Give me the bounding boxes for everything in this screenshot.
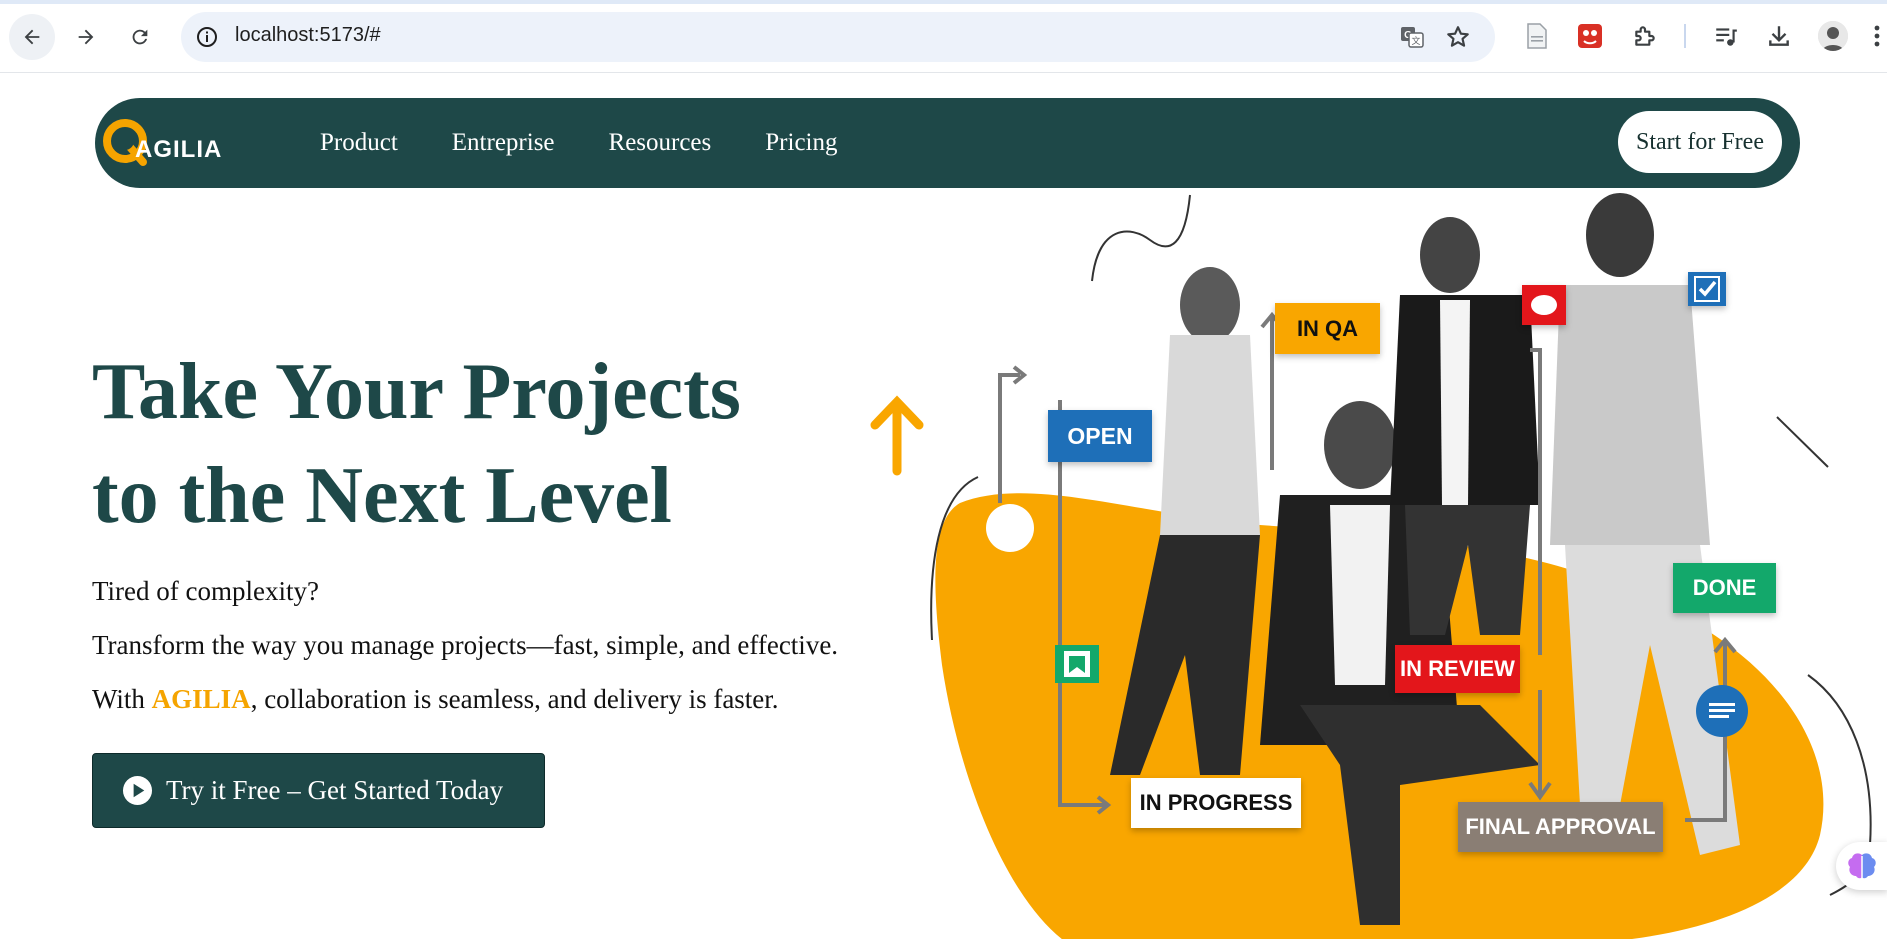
forward-button[interactable] — [63, 14, 109, 60]
white-dot — [986, 504, 1034, 552]
record-icon — [1522, 285, 1566, 325]
address-bar[interactable]: localhost:5173/# G文 — [181, 12, 1495, 62]
play-icon — [122, 775, 153, 806]
nav-resources[interactable]: Resources — [609, 129, 712, 157]
forward-icon — [78, 29, 94, 45]
status-final-approval: FINAL APPROVAL — [1458, 802, 1663, 852]
status-in-progress: IN PROGRESS — [1131, 778, 1301, 828]
logo[interactable]: AGILIA — [101, 114, 241, 172]
hero-illustration: OPEN IN QA IN PROGRESS IN REVIEW FINAL A… — [840, 185, 1887, 939]
hero-title-line-2: to the Next Level — [92, 452, 672, 540]
document-lines-icon — [1696, 685, 1748, 737]
svg-text:文: 文 — [1411, 35, 1420, 46]
status-open: OPEN — [1048, 410, 1152, 462]
toolbar-divider — [1684, 24, 1686, 48]
assistant-brain-button[interactable] — [1836, 842, 1887, 890]
status-done: DONE — [1673, 563, 1776, 613]
reload-icon — [132, 29, 148, 45]
checkbox-icon — [1688, 272, 1726, 306]
nav-entreprise[interactable]: Entreprise — [452, 129, 555, 157]
translate-icon[interactable]: G文 — [1399, 24, 1425, 50]
site-header: AGILIA Product Entreprise Resources Pric… — [95, 98, 1800, 188]
start-for-free-button[interactable]: Start for Free — [1618, 111, 1782, 173]
puzzle-icon[interactable] — [1630, 21, 1660, 51]
main-nav: Product Entreprise Resources Pricing — [320, 98, 891, 188]
back-icon — [24, 29, 40, 45]
bookmark-icon — [1055, 645, 1099, 683]
hero-tagline: Tired of complexity? — [92, 576, 319, 606]
hero-brand-line-prefix: With — [92, 684, 152, 714]
hero-brand-line: With AGILIA, collaboration is seamless, … — [92, 684, 779, 715]
browser-toolbar: localhost:5173/# G文 — [0, 0, 1887, 73]
url-text[interactable]: localhost:5173/# — [235, 24, 381, 47]
back-button[interactable] — [9, 14, 55, 60]
profile-avatar[interactable] — [1818, 21, 1848, 51]
star-icon[interactable] — [1445, 24, 1471, 50]
document-icon[interactable] — [1522, 21, 1552, 51]
illustration-graphics — [870, 193, 1872, 939]
brain-icon — [1848, 853, 1876, 879]
info-icon[interactable] — [195, 25, 219, 49]
hero-description: Transform the way you manage projects—fa… — [92, 630, 839, 660]
status-in-qa: IN QA — [1275, 303, 1380, 354]
download-icon[interactable] — [1764, 21, 1794, 51]
media-queue-icon[interactable] — [1711, 21, 1741, 51]
tab-strip-edge — [0, 0, 1887, 4]
status-in-review: IN REVIEW — [1395, 645, 1520, 693]
logo-text: AGILIA — [135, 136, 223, 163]
hero-brand-name: AGILIA — [151, 684, 251, 714]
hero-title: Take Your Projects to the Next Level — [92, 340, 892, 548]
get-started-button[interactable]: Try it Free – Get Started Today — [92, 753, 545, 828]
reload-button[interactable] — [117, 14, 163, 60]
nav-pricing[interactable]: Pricing — [765, 129, 837, 157]
nav-product[interactable]: Product — [320, 129, 398, 157]
menu-icon[interactable] — [1870, 21, 1884, 51]
hero-brand-line-suffix: , collaboration is seamless, and deliver… — [250, 684, 779, 714]
hero-title-line-1: Take Your Projects — [92, 348, 741, 436]
extension-red-icon[interactable] — [1575, 21, 1605, 51]
get-started-label: Try it Free – Get Started Today — [166, 775, 504, 805]
